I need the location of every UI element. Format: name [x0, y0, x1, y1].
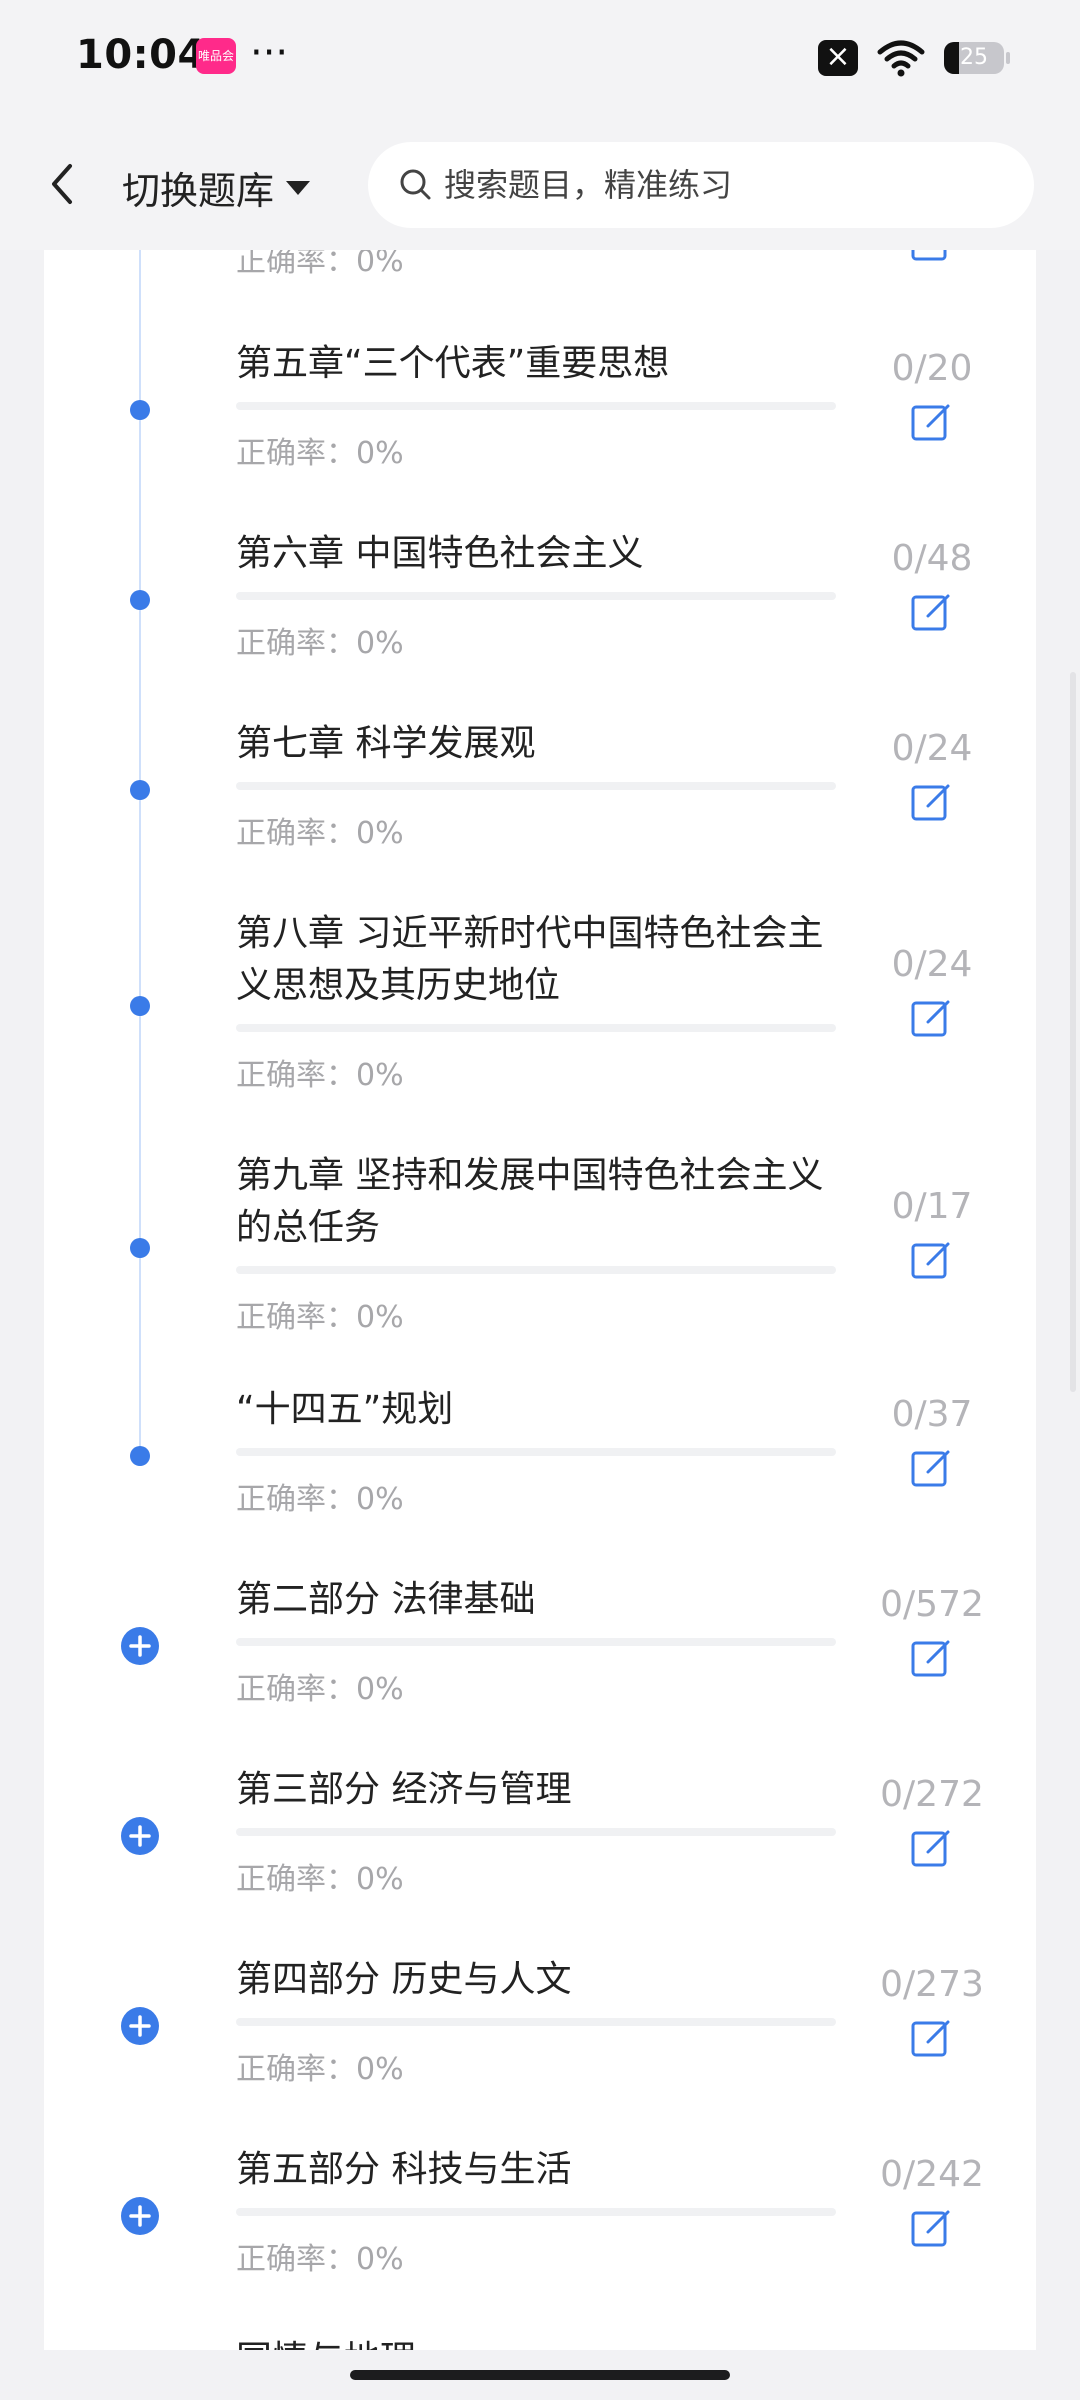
expand-plus-icon[interactable]	[120, 2196, 160, 2236]
accuracy-text: 正确率：0%	[236, 2242, 404, 2277]
progress-bar	[236, 402, 836, 410]
part-row[interactable]: 第二部分 法律基础 正确率：0% 0/572	[44, 1574, 1036, 1764]
home-indicator[interactable]	[350, 2370, 730, 2380]
chapter-row[interactable]: 第八章 习近平新时代中国特色社会主义思想及其历史地位 正确率：0% 0/24	[44, 900, 1036, 1142]
question-count: 0/48	[891, 538, 973, 579]
battery-icon: 25	[944, 42, 1010, 74]
part-title: 国情与地理	[236, 2334, 836, 2350]
chapter-title: 第九章 坚持和发展中国特色社会主义的总任务	[236, 1155, 824, 1248]
question-count: 0/572	[880, 1584, 984, 1625]
status-icons: × 25	[818, 38, 1010, 78]
edit-icon[interactable]	[910, 1446, 954, 1490]
accuracy-text: 正确率：0%	[236, 816, 404, 851]
timeline-dot	[130, 1446, 150, 1466]
part-row-partial[interactable]: 国情与地理	[44, 2334, 1036, 2350]
wifi-icon	[877, 40, 925, 77]
part-title: 第三部分 经济与管理	[236, 1769, 572, 1810]
status-bar: 10:04 唯品会 ··· × 25	[0, 0, 1080, 118]
chapter-row[interactable]: 第七章 科学发展观 正确率：0% 0/24	[44, 710, 1036, 900]
accuracy-text: 正确率：0%	[236, 1482, 404, 1517]
chapter-list: 正确率：0% 第五章“三个代表”重要思想 正确率：0% 0/20 第六章 中国特…	[44, 250, 1036, 2350]
part-title: 第二部分 法律基础	[236, 1579, 536, 1620]
expand-plus-icon[interactable]	[120, 2006, 160, 2046]
accuracy-text: 正确率：0%	[236, 250, 404, 279]
progress-bar	[236, 2018, 836, 2026]
edit-icon[interactable]	[910, 1826, 954, 1870]
back-button[interactable]	[36, 152, 92, 216]
battery-fill	[944, 42, 959, 74]
progress-bar	[236, 1448, 836, 1456]
chapter-row[interactable]: “十四五”规划 正确率：0% 0/37	[44, 1384, 1036, 1574]
timeline-dot	[130, 1238, 150, 1258]
progress-bar	[236, 1024, 836, 1032]
question-count: 0/273	[880, 1964, 984, 2005]
edit-icon[interactable]	[910, 1238, 954, 1282]
accuracy-text: 正确率：0%	[236, 1672, 404, 1707]
edit-icon[interactable]	[910, 996, 954, 1040]
expand-plus-icon[interactable]	[120, 1626, 160, 1666]
question-count: 0/242	[880, 2154, 984, 2195]
question-count: 0/24	[891, 728, 973, 769]
more-notifications-icon: ···	[250, 30, 289, 76]
accuracy-text: 正确率：0%	[236, 626, 404, 661]
timeline-dot	[130, 780, 150, 800]
switch-question-bank-button[interactable]: 切换题库	[122, 160, 312, 215]
accuracy-text: 正确率：0%	[236, 1862, 404, 1897]
status-time: 10:04	[76, 32, 206, 78]
question-count: 0/37	[891, 1394, 973, 1435]
question-count: 0/272	[880, 1774, 984, 1815]
progress-bar	[236, 1266, 836, 1274]
part-row[interactable]: 第四部分 历史与人文 正确率：0% 0/273	[44, 1954, 1036, 2144]
edit-icon[interactable]	[910, 590, 954, 634]
edit-icon[interactable]	[910, 780, 954, 824]
accuracy-text: 正确率：0%	[236, 1300, 404, 1335]
search-icon	[400, 169, 431, 200]
accuracy-text: 正确率：0%	[236, 2052, 404, 2087]
chapter-row[interactable]: 第九章 坚持和发展中国特色社会主义的总任务 正确率：0% 0/17	[44, 1142, 1036, 1384]
chapter-title: 第八章 习近平新时代中国特色社会主义思想及其历史地位	[236, 913, 824, 1006]
timeline-dot	[130, 400, 150, 420]
progress-bar	[236, 2208, 836, 2216]
edit-icon[interactable]	[910, 2016, 954, 2060]
expand-plus-icon[interactable]	[120, 1816, 160, 1856]
part-row[interactable]: 第五部分 科技与生活 正确率：0% 0/242	[44, 2144, 1036, 2334]
chapter-title: 第七章 科学发展观	[236, 723, 536, 764]
progress-bar	[236, 1638, 836, 1646]
chapter-title: 第五章“三个代表”重要思想	[236, 343, 670, 384]
part-title: 第四部分 历史与人文	[236, 1959, 572, 2000]
switch-question-bank-label: 切换题库	[122, 169, 275, 213]
question-count: 0/20	[891, 348, 973, 389]
timeline-dot	[130, 590, 150, 610]
accuracy-text: 正确率：0%	[236, 1058, 404, 1093]
chapter-title: 第六章 中国特色社会主义	[236, 533, 644, 574]
chapter-row[interactable]: 第六章 中国特色社会主义 正确率：0% 0/48	[44, 520, 1036, 710]
question-count: 0/24	[891, 944, 973, 985]
no-sim-icon: ×	[818, 40, 858, 76]
progress-bar	[236, 592, 836, 600]
search-input[interactable]	[442, 165, 1006, 205]
scrollbar[interactable]	[1070, 672, 1076, 1392]
header: 切换题库	[0, 118, 1080, 250]
edit-icon[interactable]	[910, 400, 954, 444]
search-bar[interactable]	[368, 142, 1034, 228]
part-title: 第五部分 科技与生活	[236, 2149, 572, 2190]
edit-icon[interactable]	[910, 2206, 954, 2250]
part-row[interactable]: 第三部分 经济与管理 正确率：0% 0/272	[44, 1764, 1036, 1954]
battery-level: 25	[960, 45, 988, 70]
edit-icon[interactable]	[910, 250, 954, 264]
caret-down-icon	[286, 180, 311, 195]
chapter-row[interactable]: 第五章“三个代表”重要思想 正确率：0% 0/20	[44, 330, 1036, 520]
chapter-title: “十四五”规划	[236, 1389, 454, 1430]
shopping-app-notification-icon: 唯品会	[196, 38, 236, 74]
edit-icon[interactable]	[910, 1636, 954, 1680]
accuracy-text: 正确率：0%	[236, 436, 404, 471]
progress-bar	[236, 782, 836, 790]
progress-bar	[236, 1828, 836, 1836]
timeline-dot	[130, 996, 150, 1016]
question-count: 0/17	[891, 1186, 973, 1227]
